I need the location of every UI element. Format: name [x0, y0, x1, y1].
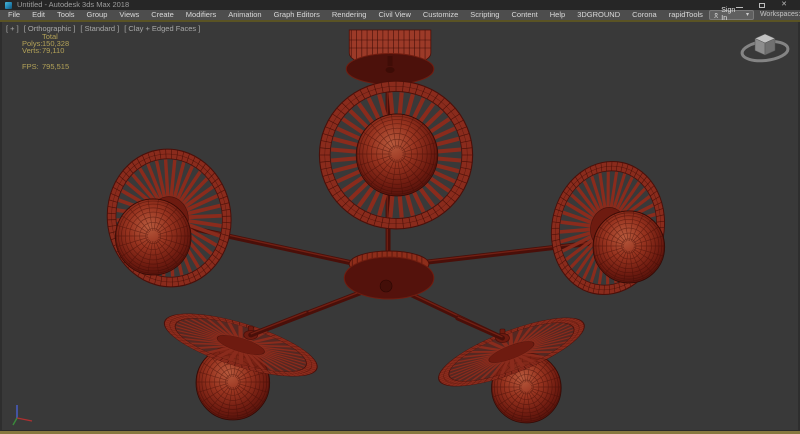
chevron-down-icon: ▾	[746, 11, 749, 19]
menu-item-edit[interactable]: Edit	[26, 10, 51, 20]
chandelier-model-canvas[interactable]	[2, 22, 798, 430]
viewport-label: [ + ] [ Orthographic ] [ Standard ] [ Cl…	[6, 24, 200, 33]
title-bar: Untitled - Autodesk 3ds Max 2018 ✕	[0, 0, 800, 10]
menu-item-customize[interactable]: Customize	[417, 10, 464, 20]
world-axis-gizmo	[7, 402, 37, 428]
menu-item-scripting[interactable]: Scripting	[464, 10, 505, 20]
sign-in-label: Sign In	[721, 7, 737, 23]
menu-item-tools[interactable]: Tools	[51, 10, 81, 20]
viewport-menu-plus[interactable]: [ + ]	[6, 24, 19, 33]
viewport-statistics: Total Polys:150,328 Verts:79,110 FPS:795…	[22, 33, 69, 70]
close-button[interactable]: ✕	[781, 0, 787, 10]
menu-item-rendering[interactable]: Rendering	[326, 10, 373, 20]
restore-button[interactable]	[759, 3, 765, 8]
stats-fps-label: FPS:	[22, 63, 40, 70]
menu-bar: FileEditToolsGroupViewsCreateModifiersAn…	[0, 10, 800, 22]
menu-item-create[interactable]: Create	[145, 10, 180, 20]
menu-item-help[interactable]: Help	[544, 10, 571, 20]
viewport-menu-shading[interactable]: [ Clay + Edged Faces ]	[124, 24, 200, 33]
sign-in-button[interactable]: Sign In ▾	[709, 10, 754, 20]
menu-item-group[interactable]: Group	[81, 10, 114, 20]
window-title: Untitled - Autodesk 3ds Max 2018	[17, 0, 129, 10]
minimize-button[interactable]	[736, 7, 743, 8]
menu-item-modifiers[interactable]: Modifiers	[180, 10, 222, 20]
active-viewport-border	[0, 430, 800, 434]
menu-item-views[interactable]: Views	[113, 10, 145, 20]
workspaces-label: Workspaces:	[760, 10, 800, 20]
viewcube[interactable]	[736, 25, 794, 67]
stats-fps-value: 795,515	[42, 63, 69, 70]
workspaces-group: Workspaces: Default ▾	[760, 10, 800, 20]
menu-item-rapidtools[interactable]: rapidTools	[663, 10, 709, 20]
menu-item-graph-editors[interactable]: Graph Editors	[268, 10, 326, 20]
user-icon	[714, 12, 718, 19]
menu-item-3dground[interactable]: 3DGROUND	[571, 10, 626, 20]
app-icon	[5, 2, 12, 9]
menu-item-corona[interactable]: Corona	[626, 10, 663, 20]
stats-verts-value: 79,110	[42, 47, 64, 54]
stats-verts-label: Verts:	[22, 47, 40, 54]
menu-item-animation[interactable]: Animation	[222, 10, 267, 20]
viewport-menu-standard[interactable]: [ Standard ]	[80, 24, 119, 33]
menu-item-civil-view[interactable]: Civil View	[372, 10, 416, 20]
menu-item-content[interactable]: Content	[505, 10, 543, 20]
menu-item-file[interactable]: File	[2, 10, 26, 20]
viewport[interactable]: [ + ] [ Orthographic ] [ Standard ] [ Cl…	[0, 22, 800, 430]
